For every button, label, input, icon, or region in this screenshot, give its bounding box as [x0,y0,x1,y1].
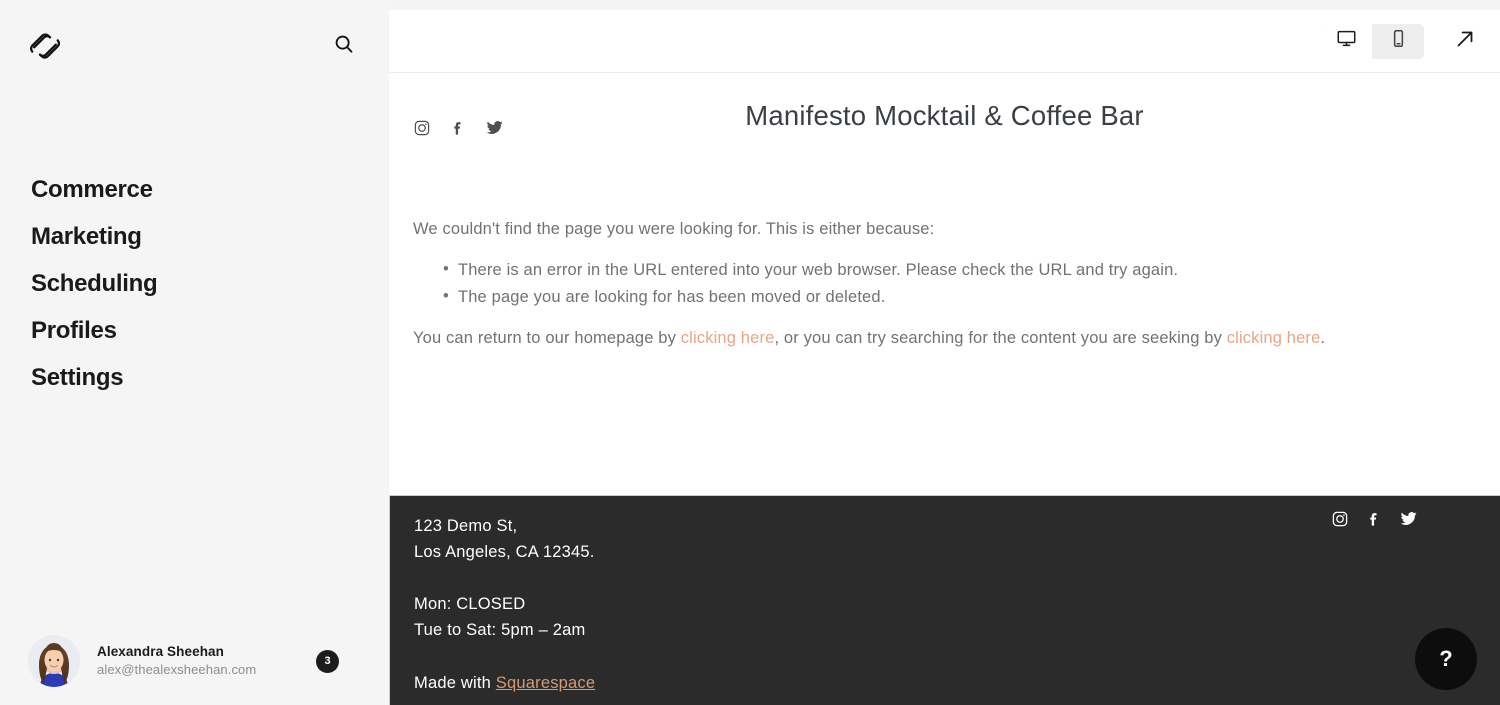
account-details: Alexandra Sheehan alex@thealexsheehan.co… [97,643,316,679]
site-body-404: We couldn't find the page you were looki… [389,181,1500,352]
instagram-icon[interactable] [1331,510,1349,528]
site-footer: 123 Demo St, Los Angeles, CA 12345. Mon:… [389,495,1500,705]
sidebar: Commerce Marketing Scheduling Profiles S… [0,0,389,705]
facebook-icon[interactable] [1365,510,1383,528]
closing-text-part-1: You can return to our homepage by [413,329,681,348]
account-name: Alexandra Sheehan [97,643,224,659]
footer-hours-line-1: Mon: CLOSED [414,594,526,613]
footer-credit: Made with Squarespace [414,670,1500,696]
site-preview-panel: Manifesto Mocktail & Coffee Bar We could… [389,10,1500,705]
twitter-icon[interactable] [1399,509,1418,528]
sidebar-item-profiles[interactable]: Profiles [31,308,389,355]
closing-text-part-3: . [1320,329,1326,348]
device-toggle-group [1320,23,1424,59]
sidebar-item-commerce[interactable]: Commerce [31,167,389,214]
open-in-new-tab-button[interactable] [1452,28,1478,54]
homepage-link[interactable]: clicking here [681,329,775,347]
search-icon[interactable] [331,31,357,57]
site-footer-social-links [1331,509,1418,528]
mobile-phone-icon [1388,28,1409,54]
footer-credit-prefix: Made with [414,673,496,692]
preview-toolbar [389,10,1500,73]
error-closing-paragraph: You can return to our homepage by clicki… [413,325,1476,352]
avatar [28,635,80,687]
site-title: Manifesto Mocktail & Coffee Bar [745,100,1144,131]
help-button[interactable]: ? [1415,628,1477,690]
mobile-view-button[interactable] [1372,24,1424,59]
squarespace-dashboard: Commerce Marketing Scheduling Profiles S… [0,0,1500,705]
desktop-monitor-icon [1336,28,1357,54]
external-link-arrow-icon [1453,27,1477,56]
account-menu[interactable]: Alexandra Sheehan alex@thealexsheehan.co… [0,635,389,687]
closing-text-part-2: , or you can try searching for the conte… [774,329,1227,348]
account-email: alex@thealexsheehan.com [97,662,257,678]
desktop-view-button[interactable] [1320,23,1372,59]
footer-hours-line-2: Tue to Sat: 5pm – 2am [414,621,586,640]
list-item: There is an error in the URL entered int… [443,256,1476,284]
squarespace-logo-icon[interactable] [28,27,62,61]
sidebar-header [0,0,389,61]
sidebar-nav: Commerce Marketing Scheduling Profiles S… [0,167,389,402]
search-link[interactable]: clicking here [1227,329,1321,347]
sidebar-item-scheduling[interactable]: Scheduling [31,261,389,308]
site-header: Manifesto Mocktail & Coffee Bar [389,73,1500,181]
notification-badge[interactable]: 3 [316,649,339,673]
question-mark-icon: ? [1439,646,1453,671]
footer-spacer [414,566,1500,591]
error-reason-list: There is an error in the URL entered int… [413,256,1476,311]
list-item: The page you are looking for has been mo… [443,283,1476,311]
squarespace-credit-link[interactable]: Squarespace [496,674,595,692]
error-intro-text: We couldn't find the page you were looki… [413,220,935,238]
sidebar-item-settings[interactable]: Settings [31,355,389,402]
sidebar-item-marketing[interactable]: Marketing [31,214,389,261]
footer-address-line-2: Los Angeles, CA 12345. [414,543,595,562]
